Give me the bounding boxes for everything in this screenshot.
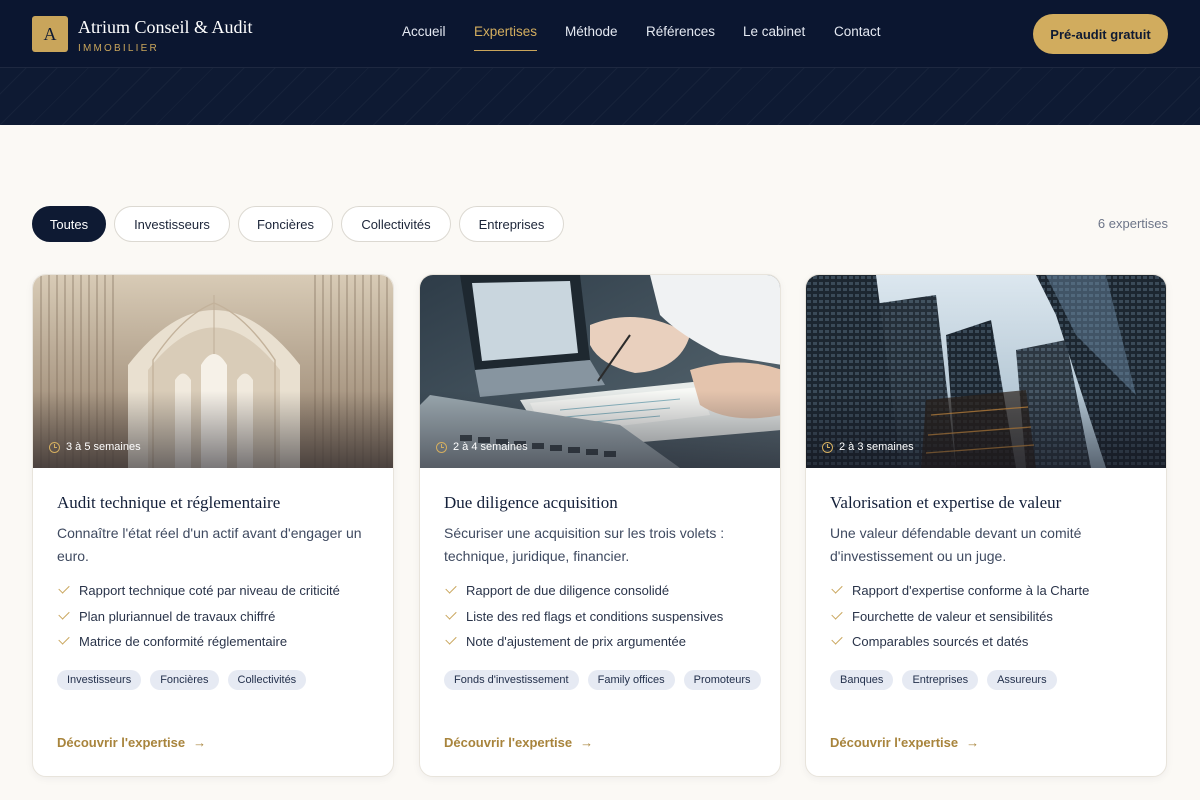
audience-tags: Investisseurs Foncières Collectivités: [57, 670, 377, 690]
card-description: Connaître l'état réel d'un actif avant d…: [57, 525, 362, 564]
card-image-laptop: [420, 275, 780, 468]
tag: Collectivités: [227, 670, 307, 690]
tag: Foncières: [150, 670, 219, 690]
duration-label: 2 à 4 semaines: [453, 441, 528, 453]
list-item: Rapport de due diligence consolidé: [444, 583, 723, 609]
logo-mark[interactable]: A: [32, 16, 68, 52]
list-item: Liste des red flags et conditions suspen…: [444, 609, 723, 635]
logo-name[interactable]: Atrium Conseil & Audit: [78, 17, 253, 38]
clock-icon: [822, 441, 833, 453]
list-item: Comparables sourcés et datés: [830, 634, 1089, 660]
filter-entreprises[interactable]: Entreprises: [459, 206, 564, 242]
expertise-card[interactable]: 2 à 3 semaines Valorisation et expertise…: [805, 274, 1167, 777]
audience-tags: Fonds d'investissement Family offices Pr…: [444, 670, 764, 690]
card-title[interactable]: Due diligence acquisition: [444, 493, 618, 513]
list-item: Fourchette de valeur et sensibilités: [830, 609, 1089, 635]
nav-contact[interactable]: Contact: [834, 24, 881, 39]
clock-icon: [436, 441, 447, 453]
filter-toutes[interactable]: Toutes: [32, 206, 106, 242]
arrow-right-icon: →: [193, 735, 207, 750]
duration-badge: 3 à 5 semaines: [49, 441, 141, 453]
link-label[interactable]: Découvrir l'expertise: [830, 735, 958, 750]
arrow-right-icon: →: [580, 735, 594, 750]
list-item: Plan pluriannuel de travaux chiffré: [57, 609, 340, 635]
tag: Entreprises: [902, 670, 979, 690]
discover-expertise-link[interactable]: Découvrir l'expertise →: [444, 735, 593, 750]
nav-le-cabinet[interactable]: Le cabinet: [743, 24, 805, 39]
audience-tags: Banques Entreprises Assureurs: [830, 670, 1150, 690]
duration-label: 2 à 3 semaines: [839, 441, 914, 453]
discover-expertise-link[interactable]: Découvrir l'expertise →: [57, 735, 206, 750]
card-description: Une valeur défendable devant un comité d…: [830, 525, 1082, 564]
list-item: Note d'ajustement de prix argumentée: [444, 634, 723, 660]
card-description: Sécuriser une acquisition sur les trois …: [444, 525, 725, 564]
tag: Assureurs: [987, 670, 1057, 690]
duration-badge: 2 à 4 semaines: [436, 441, 528, 453]
expertise-card[interactable]: 2 à 4 semaines Due diligence acquisition…: [419, 274, 781, 777]
tag: Investisseurs: [57, 670, 142, 690]
filter-foncieres[interactable]: Foncières: [238, 206, 333, 242]
expertise-card[interactable]: 3 à 5 semaines Audit technique et réglem…: [32, 274, 394, 777]
nav-methode[interactable]: Méthode: [565, 24, 618, 39]
nav-expertises[interactable]: Expertises: [474, 24, 538, 51]
arrow-right-icon: →: [966, 735, 980, 750]
nav-references[interactable]: Références: [646, 24, 715, 39]
clock-icon: [49, 441, 60, 453]
deliverables-list: Rapport technique coté par niveau de cri…: [57, 583, 340, 660]
tag: Promoteurs: [683, 670, 761, 690]
duration-badge: 2 à 3 semaines: [822, 441, 914, 453]
card-title[interactable]: Valorisation et expertise de valeur: [830, 493, 1061, 513]
list-item: Matrice de conformité réglementaire: [57, 634, 340, 660]
list-item: Rapport technique coté par niveau de cri…: [57, 583, 340, 609]
pre-audit-button[interactable]: Pré-audit gratuit: [1033, 14, 1168, 54]
nav-accueil[interactable]: Accueil: [402, 24, 446, 39]
deliverables-list: Rapport de due diligence consolidé Liste…: [444, 583, 723, 660]
link-label[interactable]: Découvrir l'expertise: [57, 735, 185, 750]
card-image-cathedral: [33, 275, 393, 468]
discover-expertise-link[interactable]: Découvrir l'expertise →: [830, 735, 979, 750]
link-label[interactable]: Découvrir l'expertise: [444, 735, 572, 750]
duration-label: 3 à 5 semaines: [66, 441, 141, 453]
expertise-count: 6 expertises: [1097, 216, 1168, 231]
list-item: Rapport d'expertise conforme à la Charte: [830, 583, 1089, 609]
filter-collectivites[interactable]: Collectivités: [341, 206, 451, 242]
tag: Banques: [830, 670, 894, 690]
top-navigation-bar: A Atrium Conseil & Audit IMMOBILIER Accu…: [0, 0, 1200, 68]
card-image-skyscrapers: [806, 275, 1166, 468]
tag: Family offices: [587, 670, 675, 690]
logo-subtitle: IMMOBILIER: [78, 43, 159, 54]
card-title[interactable]: Audit technique et réglementaire: [57, 493, 280, 513]
deliverables-list: Rapport d'expertise conforme à la Charte…: [830, 583, 1089, 660]
filter-investisseurs[interactable]: Investisseurs: [114, 206, 230, 242]
tag: Fonds d'investissement: [444, 670, 579, 690]
